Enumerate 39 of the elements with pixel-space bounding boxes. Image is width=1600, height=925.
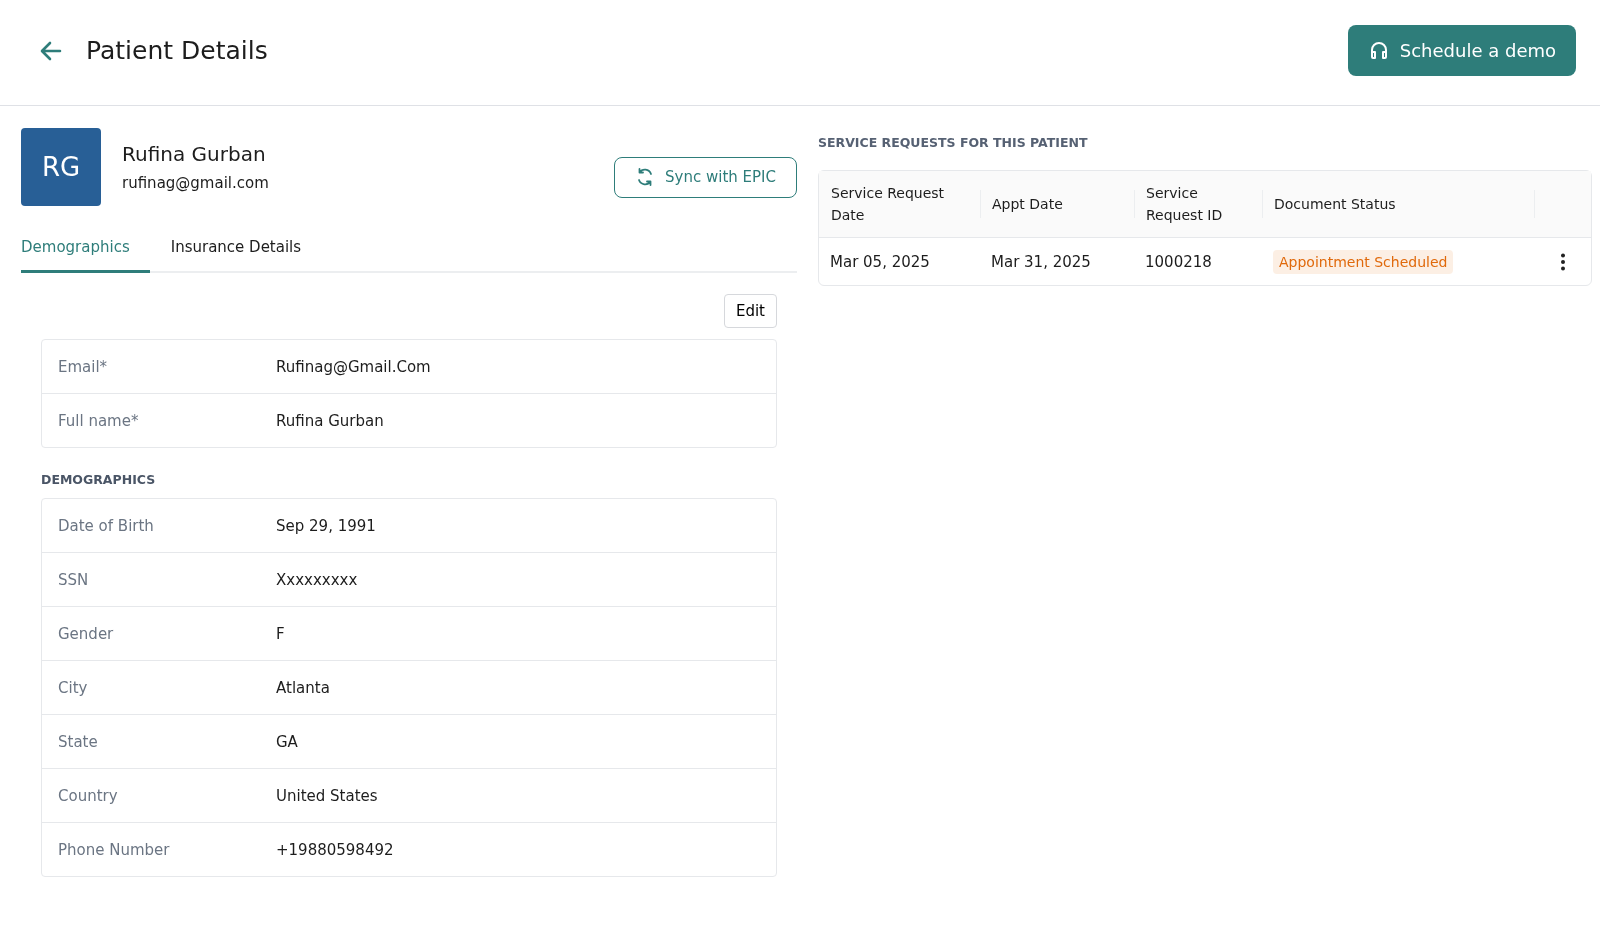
field-value: United States	[276, 786, 378, 805]
field-value: +19880598492	[276, 840, 394, 859]
field-value: F	[276, 624, 285, 643]
edit-button[interactable]: Edit	[723, 294, 777, 328]
field-value: Atlanta	[276, 678, 330, 697]
field-value: Rufina Gurban	[276, 411, 384, 430]
table-cell: Mar 05, 2025	[830, 252, 930, 271]
page-title: Patient Details	[86, 36, 268, 65]
field-label: Phone Number	[58, 840, 171, 859]
field-label: State	[58, 732, 99, 751]
back-arrow-icon[interactable]	[40, 40, 62, 61]
field-label: City	[58, 678, 89, 697]
field-value: Rufinag@Gmail.Com	[276, 357, 431, 376]
column-header: Appt Date	[992, 195, 1063, 214]
column-header: Service Request Date	[831, 184, 946, 225]
column-header: Document Status	[1274, 195, 1396, 214]
status-tag: Appointment Scheduled	[1273, 249, 1454, 274]
tab[interactable]: Demographics	[21, 228, 150, 273]
field-value: GA	[276, 732, 298, 751]
field-label: Full name*	[58, 411, 140, 430]
more-options-icon[interactable]	[1559, 252, 1566, 271]
avatar: RG	[21, 128, 101, 206]
field-label: Country	[58, 786, 119, 805]
section-heading: DEMOGRAPHICS	[41, 472, 157, 487]
field-label: Date of Birth	[58, 516, 155, 535]
schedule-demo-button[interactable]: Schedule a demo	[1347, 25, 1576, 76]
field-label: Gender	[58, 624, 115, 643]
field-value: Sep 29, 1991	[276, 516, 376, 535]
patient-email: rufinag@gmail.com	[122, 174, 270, 192]
field-label: SSN	[58, 570, 90, 589]
table-cell: Mar 31, 2025	[991, 252, 1091, 271]
table-cell: 1000218	[1145, 252, 1212, 271]
column-header: Service Request ID	[1146, 184, 1224, 225]
field-label: Email*	[58, 357, 109, 376]
sync-button[interactable]: Sync with EPIC	[614, 156, 797, 198]
field-value: Xxxxxxxxx	[276, 570, 358, 589]
section-heading: SERVICE REQUESTS FOR THIS PATIENT	[818, 135, 1089, 150]
tab[interactable]: Insurance Details	[170, 228, 322, 273]
patient-name: Rufina Gurban	[122, 142, 267, 166]
